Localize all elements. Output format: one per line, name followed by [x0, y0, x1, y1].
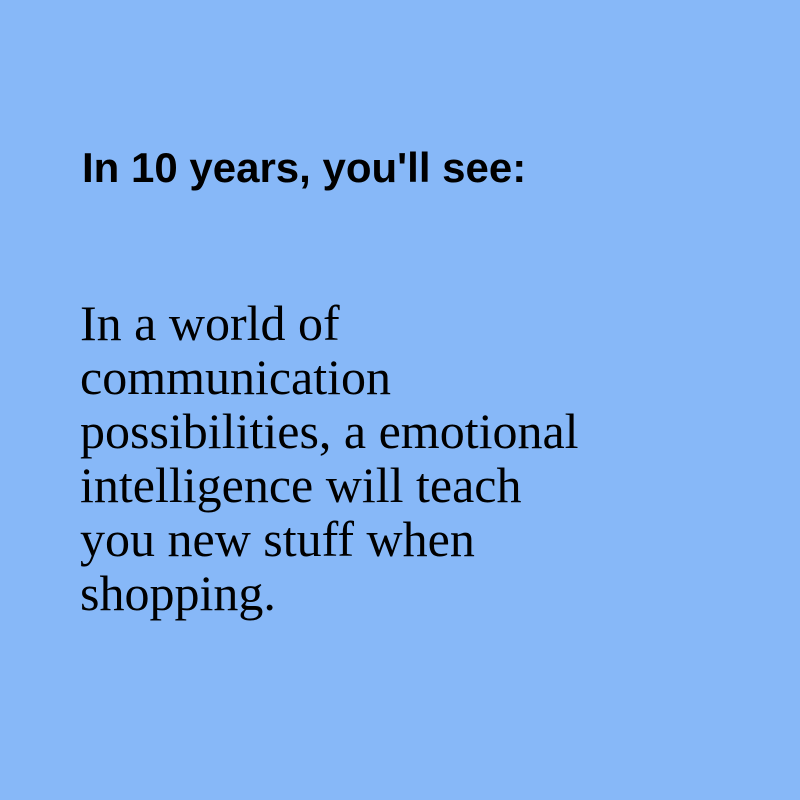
body-line: intelligence will teach [80, 457, 522, 513]
body-line: communication [80, 349, 392, 405]
quote-card: In 10 years, you'll see: In a world of c… [0, 0, 800, 800]
body-line: you new stuff when [80, 511, 475, 567]
body-line: possibilities, a emotional [80, 403, 579, 459]
body-line: In a world of [80, 295, 340, 351]
body-line: shopping. [80, 565, 276, 621]
headline: In 10 years, you'll see: [82, 144, 527, 191]
body-text: In a world of communication possibilitie… [80, 296, 730, 620]
